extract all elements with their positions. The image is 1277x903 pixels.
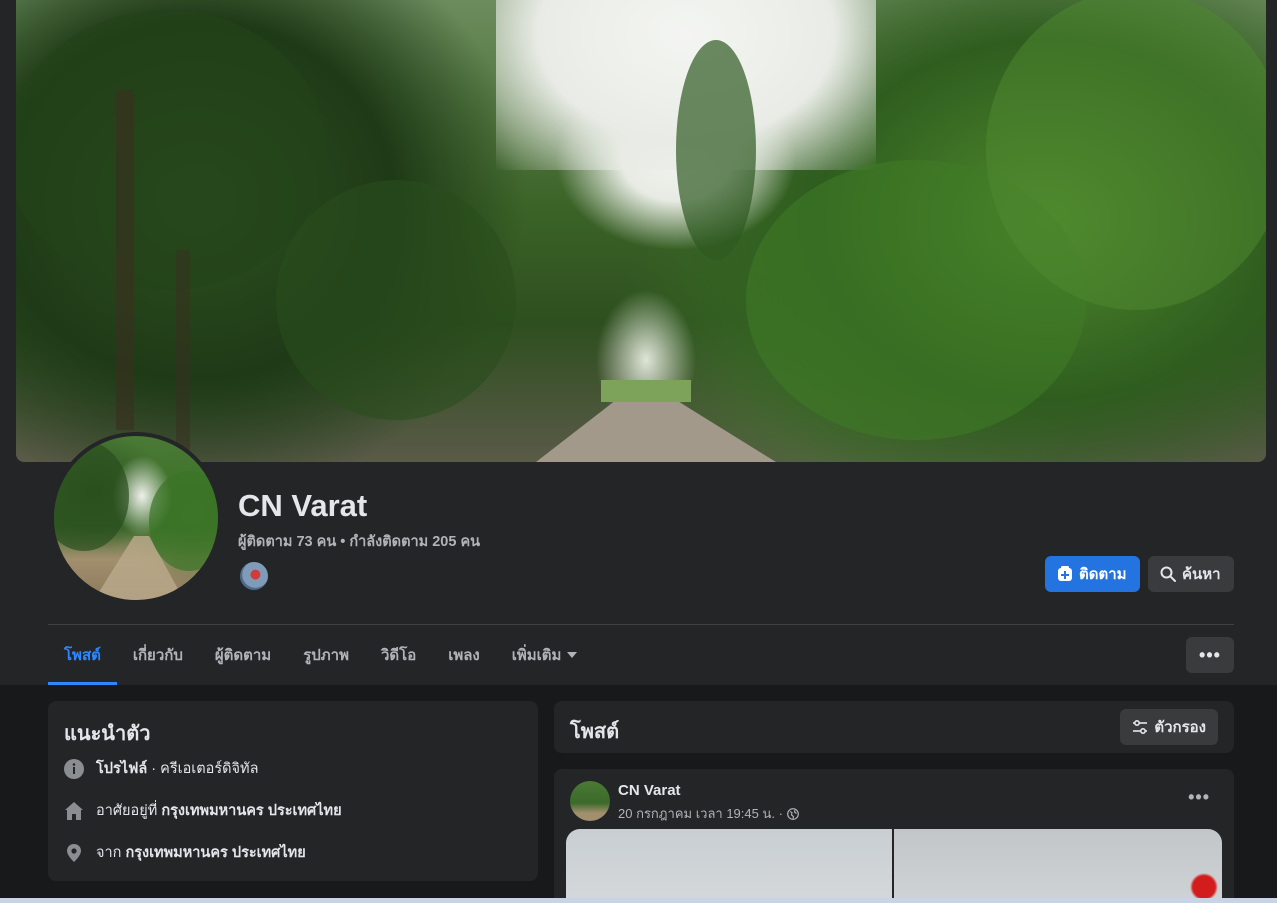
- tab-music[interactable]: เพลง: [432, 625, 496, 685]
- filter-label: ตัวกรอง: [1154, 719, 1206, 736]
- post-author-name[interactable]: CN Varat: [618, 782, 681, 799]
- profile-name: CN Varat: [238, 488, 368, 523]
- post-photo[interactable]: [566, 829, 892, 903]
- info-icon: [64, 758, 84, 779]
- tab-label: โพสต์: [64, 647, 101, 664]
- lives-prefix: อาศัยอยู่ที่: [96, 803, 162, 819]
- posts-header-card: โพสต์ ตัวกรอง: [554, 701, 1234, 753]
- tab-label: เกี่ยวกับ: [132, 647, 183, 664]
- posts-title: โพสต์: [570, 721, 620, 743]
- tab-posts[interactable]: โพสต์: [48, 625, 117, 685]
- post-author-avatar[interactable]: [570, 781, 610, 821]
- tab-label: วิดีโอ: [380, 647, 417, 664]
- follow-icon: [1057, 566, 1073, 582]
- search-button[interactable]: ค้นหา: [1148, 556, 1234, 592]
- tab-label: รูปภาพ: [303, 647, 349, 664]
- tab-videos[interactable]: วิดีโอ: [365, 625, 432, 685]
- filter-icon: [1132, 719, 1148, 735]
- from-place[interactable]: กรุงเทพมหานคร ประเทศไทย: [125, 845, 305, 861]
- profile-tabs: โพสต์ เกี่ยวกับ ผู้ติดตาม รูปภาพ วิดีโอ …: [48, 625, 593, 685]
- caret-down-icon: [567, 652, 578, 658]
- filter-button[interactable]: ตัวกรอง: [1120, 709, 1218, 745]
- lives-place[interactable]: กรุงเทพมหานคร ประเทศไทย: [161, 803, 341, 819]
- window-bottom-edge: [0, 898, 1277, 903]
- intro-title: แนะนำตัว: [64, 723, 151, 745]
- avatar-scene: [54, 441, 218, 600]
- tab-about[interactable]: เกี่ยวกับ: [117, 625, 199, 685]
- home-icon: [64, 801, 84, 821]
- search-label: ค้นหา: [1182, 566, 1221, 583]
- cover-scene: [16, 0, 1266, 462]
- location-pin-icon: [64, 843, 84, 863]
- tab-label: เพิ่มเติม: [511, 647, 562, 664]
- post-more-button[interactable]: •••: [1188, 787, 1210, 808]
- profile-category: · ครีเอเตอร์ดิจิทัล: [147, 761, 259, 777]
- intro-profile-row: โปรไฟล์ · ครีเอเตอร์ดิจิทัล: [64, 757, 259, 780]
- post-photo[interactable]: [894, 829, 1222, 903]
- follow-label: ติดตาม: [1079, 566, 1127, 583]
- post-meta: 20 กรกฎาคม เวลา 19:45 น. ·: [618, 803, 799, 824]
- profile-type[interactable]: โปรไฟล์: [96, 761, 147, 777]
- tab-label: เพลง: [448, 647, 480, 664]
- intro-card: แนะนำตัว โปรไฟล์ · ครีเอเตอร์ดิจิทัล อาศ…: [48, 701, 538, 881]
- follower-count[interactable]: ผู้ติดตาม 73 คน • กำลังติดตาม 205 คน: [238, 530, 480, 553]
- tab-followers[interactable]: ผู้ติดตาม: [199, 625, 287, 685]
- cover-photo[interactable]: [16, 0, 1266, 462]
- post-timestamp[interactable]: 20 กรกฎาคม เวลา 19:45 น. ·: [618, 803, 783, 824]
- tab-more[interactable]: เพิ่มเติม: [496, 625, 594, 685]
- follower-avatar[interactable]: [238, 560, 270, 592]
- intro-lives-row: อาศัยอยู่ที่ กรุงเทพมหานคร ประเทศไทย: [64, 799, 342, 822]
- search-icon: [1160, 566, 1176, 582]
- globe-icon: [787, 807, 799, 820]
- intro-from-row: จาก กรุงเทพมหานคร ประเทศไทย: [64, 841, 306, 864]
- profile-avatar[interactable]: [50, 432, 222, 604]
- follow-button[interactable]: ติดตาม: [1045, 556, 1140, 592]
- tab-label: ผู้ติดตาม: [214, 647, 272, 664]
- from-prefix: จาก: [96, 845, 126, 861]
- tab-photos[interactable]: รูปภาพ: [287, 625, 365, 685]
- profile-more-button[interactable]: •••: [1186, 637, 1234, 673]
- post-card: CN Varat 20 กรกฎาคม เวลา 19:45 น. · •••: [554, 769, 1234, 903]
